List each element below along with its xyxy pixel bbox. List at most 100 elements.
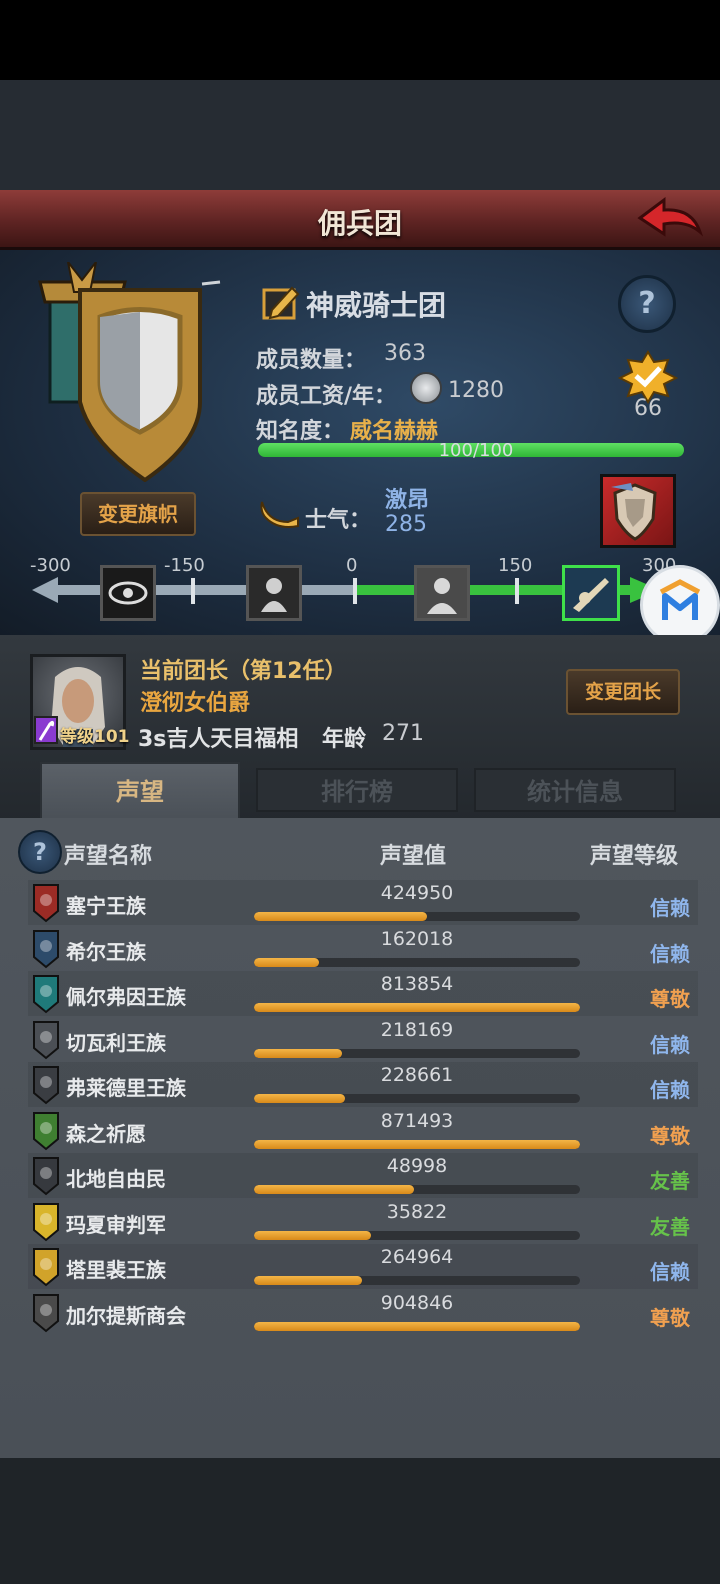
reputation-level: 友善 bbox=[650, 1169, 690, 1193]
title-bar: 佣兵团 bbox=[0, 190, 720, 250]
reputation-level: 尊敬 bbox=[650, 1123, 690, 1148]
badge-count: 66 bbox=[634, 396, 662, 421]
reputation-row[interactable]: 森之祈愿 871493 尊敬 bbox=[28, 1108, 698, 1153]
reputation-level: 信赖 bbox=[650, 1078, 690, 1102]
salary-value: 1280 bbox=[448, 378, 504, 403]
floating-assistant-button[interactable] bbox=[640, 565, 720, 645]
reputation-row[interactable]: 加尔提斯商会 904846 尊敬 bbox=[28, 1290, 698, 1335]
faction-name: 北地自由民 bbox=[66, 1167, 166, 1191]
faction-name: 玛夏审判军 bbox=[66, 1212, 166, 1237]
reputation-bar-fill bbox=[254, 1276, 362, 1285]
faction-name: 切瓦利王族 bbox=[66, 1030, 166, 1055]
faction-name: 希尔王族 bbox=[66, 939, 146, 964]
faction-crest-icon bbox=[32, 883, 60, 923]
reputation-value: 264964 bbox=[380, 1246, 454, 1268]
list-help-icon[interactable]: ? bbox=[18, 830, 62, 874]
morale-tick-150: 150 bbox=[498, 555, 533, 576]
reputation-level: 尊敬 bbox=[650, 1305, 690, 1330]
reputation-row[interactable]: 塔里裴王族 264964 信赖 bbox=[28, 1244, 698, 1289]
tab-rankings[interactable]: 排行榜 bbox=[256, 768, 458, 812]
faction-name: 塔里裴王族 bbox=[66, 1258, 166, 1282]
page-title: 佣兵团 bbox=[317, 207, 402, 240]
reputation-bar-fill bbox=[254, 1321, 580, 1331]
reputation-row[interactable]: 希尔王族 162018 信赖 bbox=[28, 926, 698, 971]
change-flag-button[interactable]: 变更旗帜 bbox=[80, 492, 196, 536]
reputation-level: 尊敬 bbox=[650, 987, 690, 1011]
reputation-row[interactable]: 切瓦利王族 218169 信赖 bbox=[28, 1017, 698, 1062]
reputation-level: 信赖 bbox=[650, 1032, 690, 1057]
reputation-bar bbox=[254, 1139, 580, 1149]
faction-crest-icon bbox=[32, 1111, 60, 1151]
guild-name: 神威骑士团 bbox=[306, 289, 447, 322]
morale-state-charge-icon[interactable] bbox=[562, 565, 620, 621]
morale-tick-minus300: -300 bbox=[30, 555, 71, 576]
reputation-bar bbox=[254, 912, 580, 921]
reputation-bar-fill bbox=[254, 1139, 580, 1149]
reputation-value: 871493 bbox=[380, 1109, 454, 1132]
members-value: 363 bbox=[384, 341, 426, 366]
reputation-bar-fill bbox=[254, 1003, 580, 1012]
reputation-bar bbox=[254, 957, 580, 967]
reputation-row[interactable]: 佩尔弗因王族 813854 尊敬 bbox=[28, 971, 698, 1016]
reputation-bar-fill bbox=[254, 1048, 343, 1058]
reputation-value: 218169 bbox=[380, 1018, 454, 1041]
reputation-bar-fill bbox=[254, 912, 427, 921]
morale-value: 285 bbox=[385, 512, 427, 537]
assistant-logo-icon bbox=[659, 579, 701, 620]
faction-name: 弗莱德里王族 bbox=[66, 1076, 186, 1100]
tick-mark bbox=[515, 578, 519, 604]
morale-word: 激昂 bbox=[385, 488, 430, 513]
reputation-bar-fill bbox=[254, 1094, 346, 1103]
salary-label: 成员工资/年： bbox=[256, 384, 397, 409]
morale-shield-icon[interactable] bbox=[600, 474, 676, 548]
reputation-row[interactable]: 北地自由民 48998 友善 bbox=[28, 1153, 698, 1198]
reputation-row[interactable]: 塞宁王族 424950 信赖 bbox=[28, 880, 698, 925]
header-level: 声望等级 bbox=[590, 844, 679, 869]
help-icon[interactable]: ? bbox=[618, 275, 676, 333]
reputation-bar bbox=[254, 1230, 580, 1240]
reputation-bar-fill bbox=[254, 1230, 372, 1240]
reputation-level: 信赖 bbox=[650, 1260, 690, 1284]
morale-state-despair-icon[interactable] bbox=[246, 565, 302, 621]
horn-icon bbox=[258, 496, 302, 530]
tab-reputation[interactable]: 声望 bbox=[40, 762, 240, 820]
members-label: 成员数量： bbox=[256, 348, 367, 373]
reputation-value: 48998 bbox=[386, 1155, 448, 1177]
reputation-bar bbox=[254, 1094, 580, 1103]
leader-age-label: 年龄 bbox=[322, 727, 367, 752]
reputation-bar bbox=[254, 1048, 580, 1058]
reputation-row[interactable]: 弗莱德里王族 228661 信赖 bbox=[28, 1062, 698, 1107]
faction-crest-icon bbox=[32, 1020, 60, 1060]
guild-banner-icon bbox=[30, 261, 230, 483]
reputation-bar bbox=[254, 1185, 580, 1194]
faction-crest-icon bbox=[32, 1156, 60, 1196]
faction-crest-icon bbox=[32, 1202, 60, 1242]
reputation-value: 228661 bbox=[380, 1064, 454, 1086]
morale-state-calm-icon[interactable] bbox=[414, 565, 470, 621]
reputation-value: 162018 bbox=[380, 927, 454, 950]
faction-crest-icon bbox=[32, 1247, 60, 1287]
reputation-bar bbox=[254, 1003, 580, 1012]
change-leader-button[interactable]: 变更团长 bbox=[566, 669, 680, 715]
list-header: ? 声望名称 声望值 声望等级 bbox=[0, 830, 720, 876]
reputation-bar bbox=[254, 1321, 580, 1331]
reputation-bar-fill bbox=[254, 957, 320, 967]
leader-level: 等级101 bbox=[60, 727, 130, 747]
edit-name-icon[interactable] bbox=[262, 284, 302, 320]
leader-age-value: 271 bbox=[382, 721, 424, 746]
morale-tick-minus150: -150 bbox=[164, 555, 205, 576]
upper-background bbox=[0, 80, 720, 190]
faction-crest-icon bbox=[32, 1065, 60, 1105]
reputation-row[interactable]: 玛夏审判军 35822 友善 bbox=[28, 1199, 698, 1244]
morale-state-eye-icon[interactable] bbox=[100, 565, 156, 621]
leader-traits: 3s吉人天目福相 bbox=[138, 727, 299, 752]
header-name: 声望名称 bbox=[64, 844, 153, 869]
bottom-area bbox=[0, 1458, 720, 1584]
reputation-level: 友善 bbox=[650, 1214, 690, 1239]
morale-tick-0: 0 bbox=[346, 555, 358, 576]
faction-crest-icon bbox=[32, 929, 60, 969]
back-button[interactable] bbox=[636, 196, 706, 244]
reputation-level: 信赖 bbox=[650, 941, 690, 966]
tab-statistics[interactable]: 统计信息 bbox=[474, 768, 676, 812]
faction-crest-icon bbox=[32, 1293, 60, 1333]
